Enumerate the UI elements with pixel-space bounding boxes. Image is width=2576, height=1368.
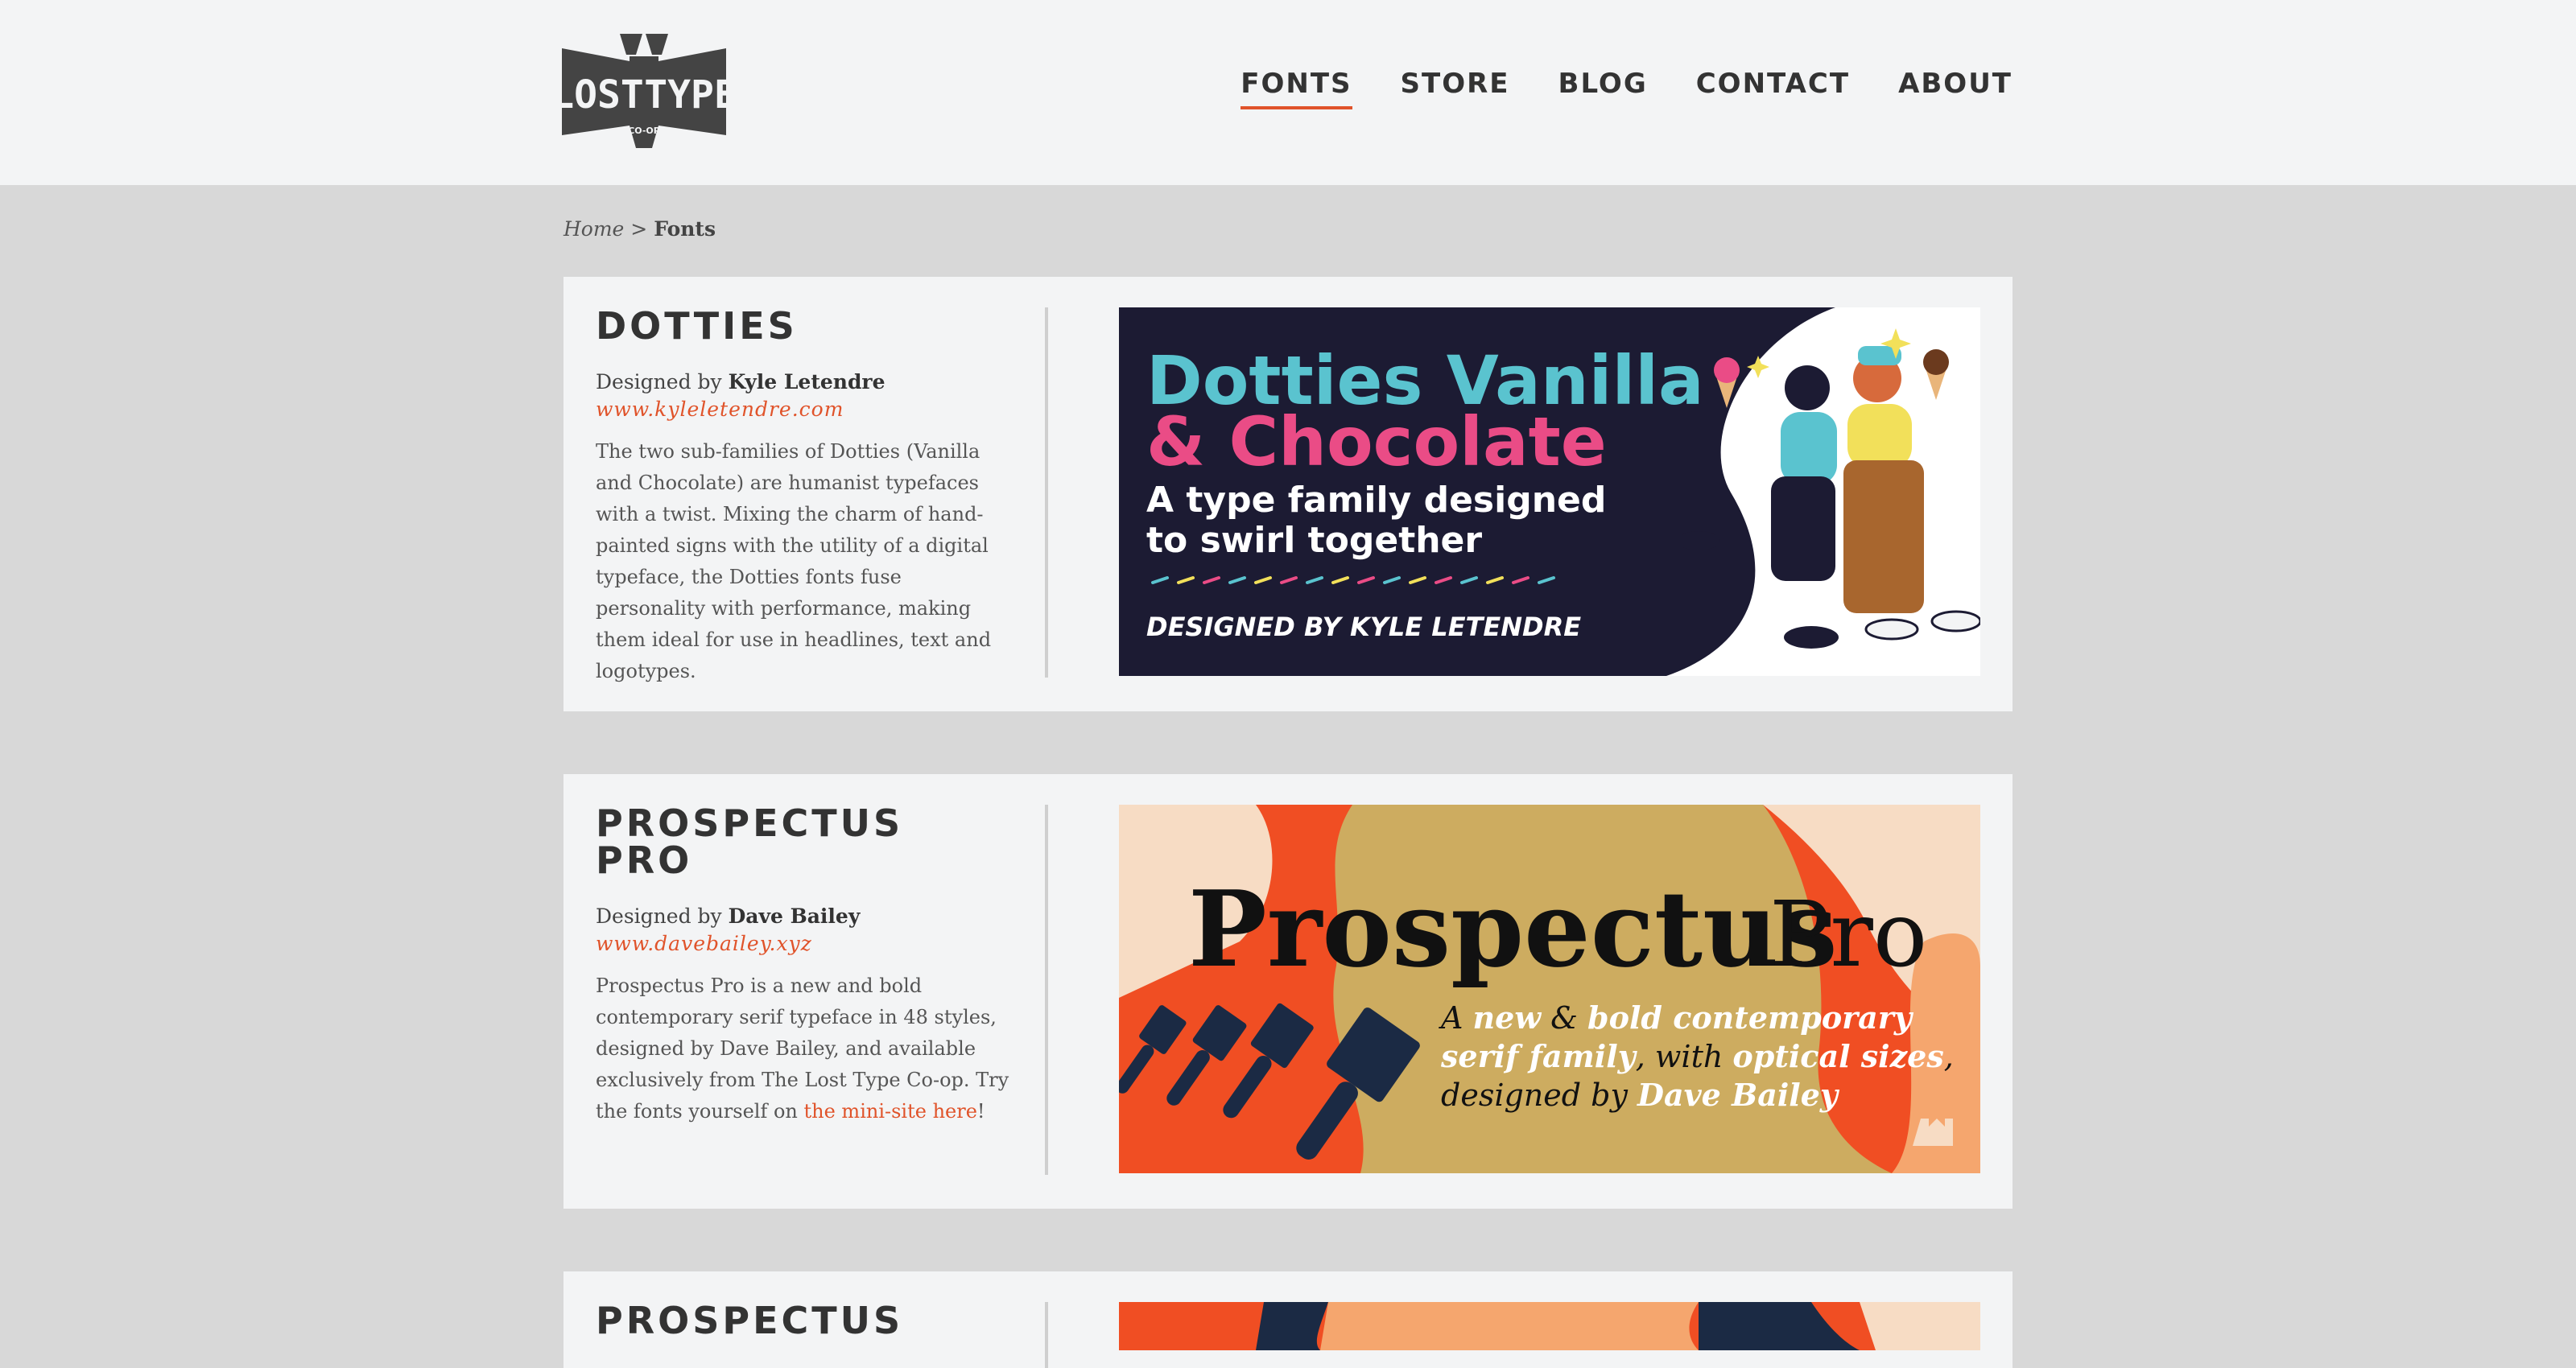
breadcrumb-current: Fonts [654, 217, 716, 241]
dotties-banner-image[interactable]: Dotties Vanilla & Chocolate A type famil… [1119, 307, 1980, 676]
svg-text:serif family, with optical siz: serif family, with optical sizes, [1440, 1038, 1954, 1074]
svg-text:designed by Dave Bailey: designed by Dave Bailey [1441, 1077, 1840, 1113]
svg-text:Prospectus: Prospectus [1188, 867, 1838, 991]
nav-about[interactable]: ABOUT [1898, 68, 2013, 106]
breadcrumb: Home > Fonts [564, 217, 716, 241]
font-title[interactable]: DOTTIES [596, 307, 1014, 344]
font-description: Prospectus Pro is a new and bold contemp… [596, 970, 1014, 1127]
svg-text:A type family designed: A type family designed [1146, 480, 1606, 521]
prospectus-pro-banner-image[interactable]: Prospectus Pro A new & bold contemporary… [1119, 805, 1980, 1173]
site-header: LOST TYPE CO-OP FONTS STORE BLOG CONTACT… [0, 0, 2576, 185]
card-divider [1045, 805, 1048, 1175]
svg-text:DESIGNED BY KYLE LETENDRE: DESIGNED BY KYLE LETENDRE [1146, 612, 1581, 642]
svg-text:CO-OP: CO-OP [628, 126, 660, 136]
font-card-prospectus-pro: PROSPECTUS PRO Designed by Dave Bailey w… [564, 774, 2013, 1209]
nav-store[interactable]: STORE [1401, 68, 1510, 106]
font-card-info: PROSPECTUS [596, 1302, 1014, 1339]
card-divider [1045, 1302, 1048, 1368]
main-nav: FONTS STORE BLOG CONTACT ABOUT [1241, 68, 2013, 109]
designer-url-link[interactable]: www.davebailey.xyz [596, 930, 1014, 958]
designer-line: Designed by Kyle Letendre [596, 369, 1014, 396]
breadcrumb-home[interactable]: Home [564, 217, 624, 241]
designed-by-label: Designed by [596, 904, 729, 928]
font-card-info: PROSPECTUS PRO Designed by Dave Bailey w… [596, 805, 1014, 1127]
lost-type-logo[interactable]: LOST TYPE CO-OP [562, 31, 726, 150]
font-title[interactable]: PROSPECTUS [596, 1302, 1014, 1339]
description-end: ! [976, 1100, 985, 1123]
svg-text:Pro: Pro [1769, 883, 1927, 987]
font-card-prospectus: PROSPECTUS [564, 1271, 2013, 1368]
nav-fonts[interactable]: FONTS [1241, 68, 1352, 109]
svg-text:to swirl together: to swirl together [1146, 520, 1482, 561]
designed-by-label: Designed by [596, 370, 729, 394]
font-title[interactable]: PROSPECTUS PRO [596, 805, 1014, 879]
card-divider [1045, 307, 1048, 678]
font-card-info: DOTTIES Designed by Kyle Letendre www.ky… [596, 307, 1014, 687]
svg-text:& Chocolate: & Chocolate [1146, 402, 1607, 481]
svg-text:A new & bold contemporary: A new & bold contemporary [1439, 999, 1914, 1036]
font-card-dotties: DOTTIES Designed by Kyle Letendre www.ky… [564, 277, 2013, 711]
nav-contact[interactable]: CONTACT [1696, 68, 1850, 106]
svg-text:TYPE: TYPE [644, 72, 726, 117]
designer-line: Designed by Dave Bailey [596, 903, 1014, 930]
breadcrumb-separator: > [624, 217, 654, 241]
mini-site-link[interactable]: the mini-site here [804, 1100, 977, 1123]
svg-text:LOST: LOST [562, 72, 644, 117]
prospectus-banner-image[interactable] [1119, 1302, 1980, 1350]
designer-name: Kyle Letendre [728, 370, 886, 394]
nav-blog[interactable]: BLOG [1558, 68, 1648, 106]
font-description: The two sub-families of Dotties (Vanilla… [596, 440, 992, 682]
designer-url-link[interactable]: www.kyleletendre.com [596, 396, 1014, 423]
designer-name: Dave Bailey [728, 904, 861, 928]
